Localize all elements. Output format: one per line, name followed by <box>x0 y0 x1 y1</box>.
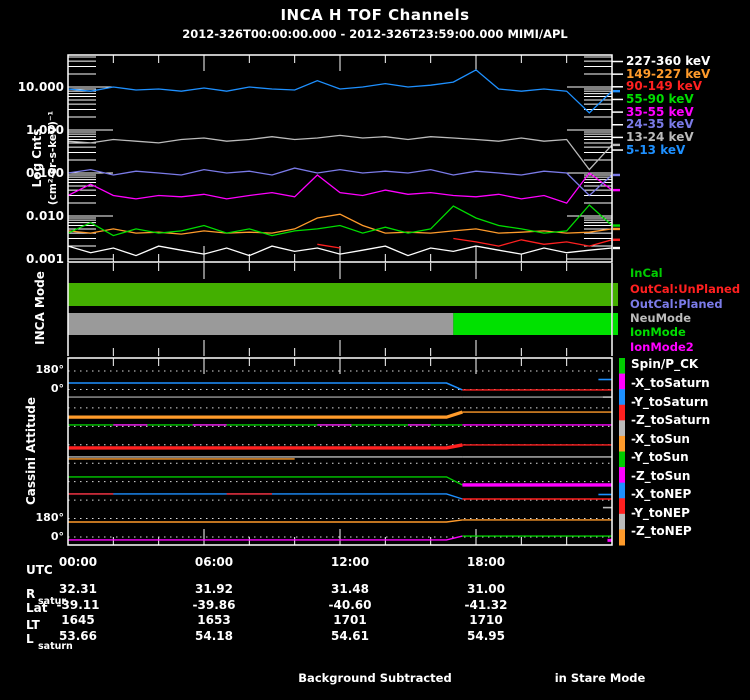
attitude-label-x-sun: -X_toSun <box>631 432 690 446</box>
legend-channel-5-13: 5-13 keV <box>626 142 686 157</box>
mode-label-ionmode: IonMode <box>630 325 686 339</box>
attitude-traces <box>68 378 612 542</box>
y-tick-label: 10.000 <box>17 80 64 94</box>
legend-channel-55-90: 55-90 keV <box>626 91 694 106</box>
r-value: 31.00 <box>467 582 505 596</box>
r-value: 31.92 <box>195 582 233 596</box>
lat-value: -40.60 <box>328 598 372 612</box>
l-value: 54.95 <box>467 629 505 643</box>
attitude-axis-label: Cassini Attitude <box>24 396 38 506</box>
attitude-label-z-sun: -Z_toSun <box>631 469 691 483</box>
attitude-deg-tick: 0° <box>50 382 64 395</box>
l-value: 54.61 <box>331 629 369 643</box>
lat-value: -41.32 <box>464 598 508 612</box>
mode-label-outcal-planed: OutCal:Planed <box>630 297 723 311</box>
attitude-deg-tick: 180° <box>35 511 64 524</box>
y-tick-label: 0.010 <box>26 209 64 223</box>
mode-axis-label: INCA Mode <box>33 271 47 345</box>
lt-value: 1710 <box>469 613 503 627</box>
r-value: 32.31 <box>59 582 97 596</box>
lat-value: -39.11 <box>56 598 100 612</box>
attitude-deg-tick: 0° <box>50 530 64 543</box>
y-tick-label: 1.000 <box>26 123 64 137</box>
mode-label-ionmode2: IonMode2 <box>630 340 694 354</box>
l-value: 54.18 <box>195 629 233 643</box>
attitude-label-x-nep: -X_toNEP <box>631 487 692 501</box>
utc-value: 12:00 <box>330 555 370 569</box>
utc-value: 06:00 <box>194 555 234 569</box>
footer-stare-mode: in Stare Mode <box>554 671 646 685</box>
row-label-l: L <box>26 632 34 646</box>
lt-value: 1701 <box>333 613 367 627</box>
mode-label-neumode: NeuMode <box>630 311 691 325</box>
lt-value: 1653 <box>197 613 231 627</box>
inca-tof-plot-page: { "title": "INCA H TOF Channels", "subti… <box>0 0 750 700</box>
attitude-label-z-saturn: -Z_toSaturn <box>631 413 711 427</box>
lat-value: -39.86 <box>192 598 236 612</box>
attitude-label-y-nep: -Y_toNEP <box>631 506 690 520</box>
footer-background-subtracted: Background Subtracted <box>298 671 452 685</box>
mode-label-outcal-unplaned: OutCal:UnPlaned <box>630 282 741 296</box>
y-tick-label: 0.100 <box>26 166 64 180</box>
lt-value: 1645 <box>61 613 95 627</box>
legend-channel-13-24: 13-24 keV <box>626 129 694 144</box>
utc-value: 18:00 <box>466 555 506 569</box>
attitude-label-y-saturn: -Y_toSaturn <box>631 395 709 409</box>
page-title: INCA H TOF Channels <box>280 6 470 24</box>
r-value: 31.48 <box>331 582 369 596</box>
row-label-r: R <box>26 587 36 601</box>
attitude-label-y-sun: -Y_toSun <box>631 450 689 464</box>
l-value: 53.66 <box>59 629 97 643</box>
attitude-label-spin: Spin/P_CK <box>631 357 699 371</box>
attitude-label-x-saturn: -X_toSaturn <box>631 376 710 390</box>
time-range-subtitle: 2012-326T00:00:00.000 - 2012-326T23:59:0… <box>182 27 568 41</box>
attitude-label-z-nep: -Z_toNEP <box>631 524 692 538</box>
top-panel-traces <box>68 69 612 257</box>
y-tick-label: 0.001 <box>26 252 64 266</box>
attitude-deg-tick: 180° <box>35 363 64 376</box>
utc-value: 00:00 <box>58 555 98 569</box>
mode-label-incal: InCal <box>630 266 663 280</box>
